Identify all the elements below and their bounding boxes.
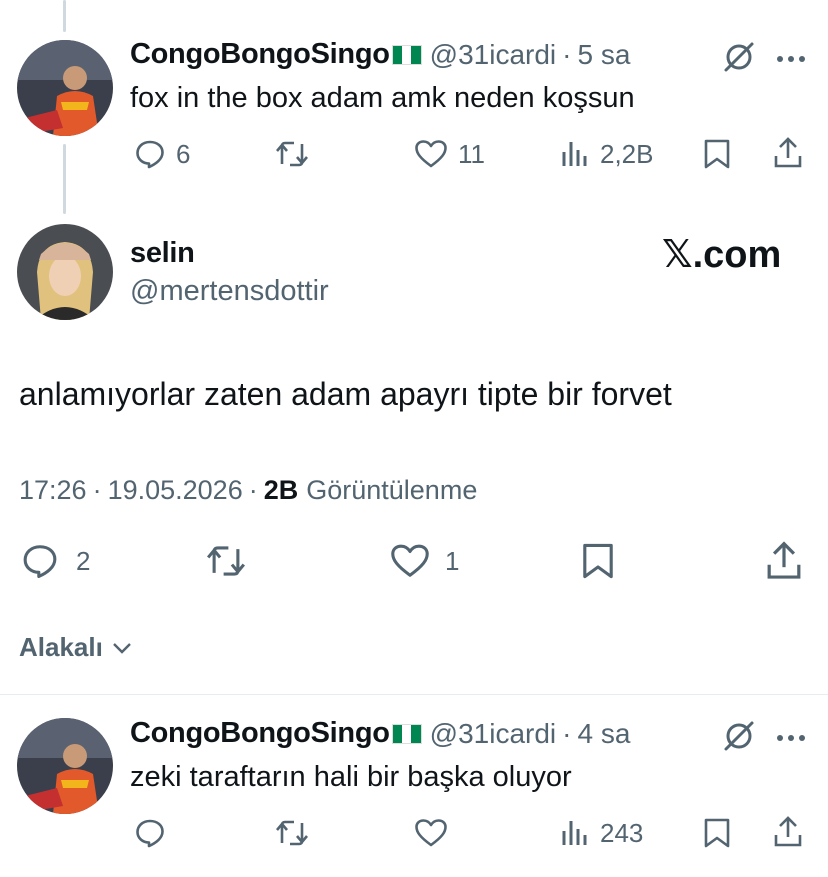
nigeria-flag-icon — [391, 44, 422, 65]
related-dropdown[interactable]: Alakalı — [19, 632, 133, 663]
share-icon[interactable] — [772, 815, 804, 854]
more-icon[interactable] — [776, 730, 806, 748]
bookmark-icon[interactable] — [580, 541, 616, 586]
tweet-text: fox in the box adam amk neden koşsun — [130, 82, 635, 114]
like-icon — [415, 140, 447, 168]
handle[interactable]: @31icardi — [430, 39, 556, 71]
reply-icon — [136, 140, 164, 169]
tweet-text: anlamıyorlar zaten adam apayrı tipte bir… — [19, 376, 672, 412]
tweet-time[interactable]: 17:26 — [19, 475, 87, 506]
tweet-header: CongoBongoSingo @31icardi · 5 sa — [130, 38, 630, 71]
like-count: 1 — [445, 545, 460, 576]
handle[interactable]: @mertensdottir — [130, 275, 329, 308]
separator: · — [248, 475, 258, 505]
grok-icon[interactable] — [722, 40, 756, 79]
timestamp[interactable]: 4 sa — [577, 718, 630, 750]
display-name[interactable]: selin — [130, 237, 195, 270]
thread-line-middle — [63, 144, 66, 214]
views-icon — [562, 821, 587, 845]
bookmark-icon[interactable] — [702, 138, 732, 175]
reply-icon — [23, 545, 57, 578]
retweet-button[interactable] — [204, 542, 248, 580]
bookmark-icon[interactable] — [702, 817, 732, 854]
share-icon[interactable] — [772, 136, 804, 175]
views-count: 2,2B — [600, 138, 654, 169]
like-icon — [391, 544, 429, 577]
separator: · — [562, 38, 572, 70]
chevron-down-icon — [112, 642, 131, 654]
handle[interactable]: @31icardi — [430, 718, 556, 750]
like-count: 11 — [458, 138, 485, 169]
reply-icon — [136, 819, 164, 848]
more-icon[interactable] — [776, 51, 806, 69]
reply-count: 6 — [176, 138, 191, 169]
avatar[interactable] — [17, 718, 113, 814]
tweet-date[interactable]: 19.05.2026 — [108, 475, 243, 506]
avatar[interactable] — [17, 224, 113, 320]
views-icon — [562, 142, 587, 166]
like-button[interactable]: 1 — [389, 542, 459, 580]
like-icon — [415, 819, 447, 847]
reply-count: 2 — [76, 545, 91, 576]
like-button[interactable] — [414, 817, 458, 849]
views-count: 243 — [600, 817, 644, 848]
retweet-icon — [276, 820, 308, 846]
like-button[interactable]: 11 — [414, 138, 485, 170]
avatar[interactable] — [17, 40, 113, 136]
divider — [0, 694, 828, 695]
separator: · — [562, 717, 572, 749]
reply-button[interactable]: 6 — [134, 138, 190, 170]
reply-button[interactable]: 2 — [20, 542, 90, 580]
separator: · — [92, 475, 102, 505]
x-brand-logo: 𝕏.com — [662, 234, 782, 276]
nigeria-flag-icon — [391, 723, 422, 744]
retweet-button[interactable] — [274, 817, 320, 849]
reply-button[interactable] — [134, 817, 176, 849]
grok-icon[interactable] — [722, 719, 756, 758]
views-label: Görüntülenme — [306, 475, 478, 505]
views-button[interactable]: 2,2B — [560, 138, 654, 170]
display-name[interactable]: CongoBongoSingo — [130, 38, 390, 71]
timestamp[interactable]: 5 sa — [577, 39, 630, 71]
share-icon[interactable] — [764, 540, 804, 587]
tweet-meta: 17:26 · 19.05.2026 · 2B Görüntülenme — [19, 475, 477, 506]
views-count: 2B — [263, 475, 299, 505]
retweet-icon — [276, 141, 308, 167]
thread-line-top — [63, 0, 66, 32]
views-button[interactable]: 243 — [560, 817, 643, 849]
retweet-button[interactable] — [274, 138, 320, 170]
tweet-header: CongoBongoSingo @31icardi · 4 sa — [130, 717, 630, 750]
retweet-icon — [207, 546, 245, 576]
related-label: Alakalı — [19, 632, 103, 662]
display-name[interactable]: CongoBongoSingo — [130, 717, 390, 750]
tweet-text: zeki taraftarın hali bir başka oluyor — [130, 761, 572, 793]
